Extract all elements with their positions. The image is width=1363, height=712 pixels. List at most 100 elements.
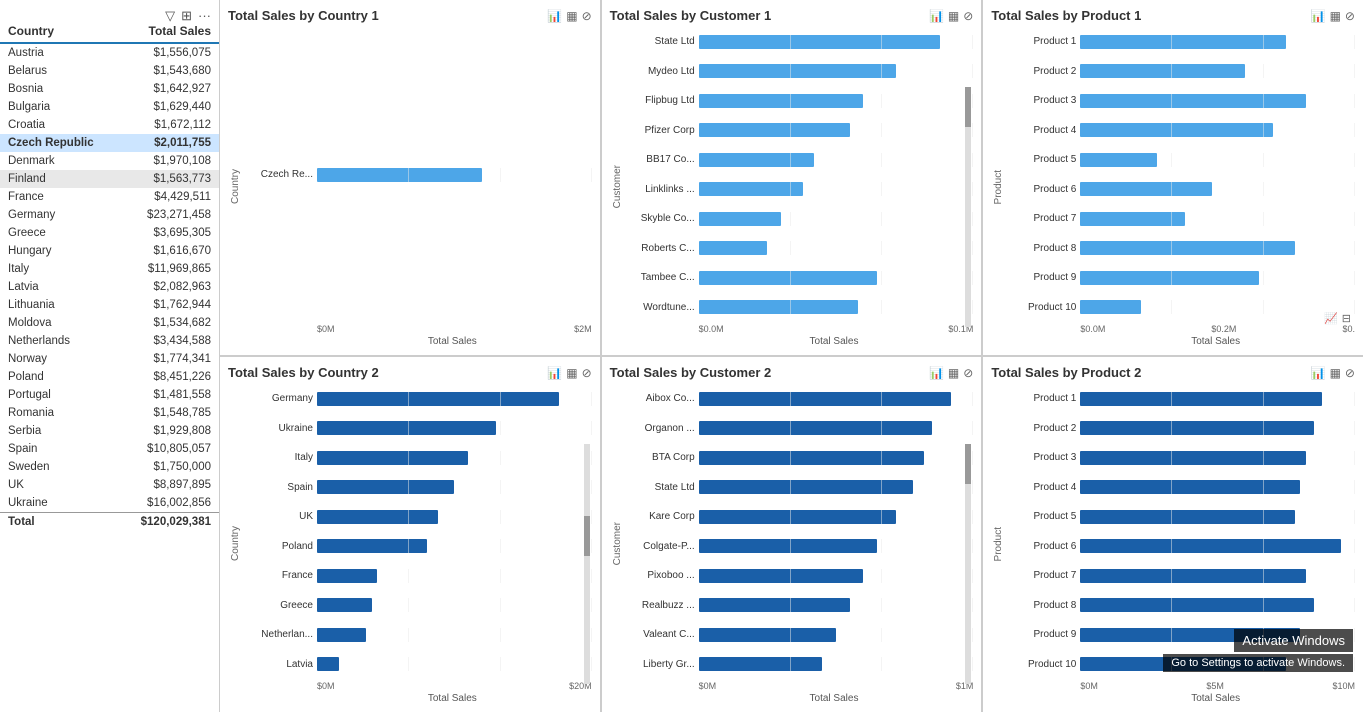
bar-fill: [699, 539, 878, 553]
table-row[interactable]: Lithuania$1,762,944: [0, 296, 219, 314]
chart-bottom-icon2[interactable]: ⊟: [1342, 314, 1351, 325]
expand-icon[interactable]: ⊞: [181, 8, 192, 24]
sales-cell: $1,970,108: [118, 152, 219, 170]
panel-toolbar: ▽ ⊞ ···: [165, 8, 211, 24]
bar-track: [699, 123, 974, 137]
table-row[interactable]: UK$8,897,895: [0, 476, 219, 494]
country-cell: Norway: [0, 350, 118, 368]
sales-cell: $1,750,000: [118, 458, 219, 476]
chart-icon-block5[interactable]: ⊘: [963, 367, 973, 379]
country-cell: Netherlands: [0, 332, 118, 350]
bar-fill: [699, 628, 836, 642]
scrollbar-customer-2[interactable]: [965, 444, 971, 684]
bar-fill: [317, 480, 454, 494]
table-row[interactable]: Total$120,029,381: [0, 513, 219, 532]
bar-label: Product 5: [1006, 154, 1076, 165]
bar-fill: [699, 510, 897, 524]
chart-icon-table2[interactable]: ▦: [948, 10, 959, 22]
table-row[interactable]: Netherlands$3,434,588: [0, 332, 219, 350]
chart-icon-block[interactable]: ⊘: [582, 10, 592, 22]
scrollbar-country-2[interactable]: [584, 444, 590, 684]
country-cell: France: [0, 188, 118, 206]
table-row[interactable]: Portugal$1,481,558: [0, 386, 219, 404]
chart-icon-bar[interactable]: 📊: [547, 10, 562, 22]
bar-row: Netherlan...: [243, 626, 592, 644]
table-row[interactable]: Poland$8,451,226: [0, 368, 219, 386]
bar-track: [699, 480, 974, 494]
bar-track: [699, 94, 974, 108]
chart-icon-block3[interactable]: ⊘: [1345, 10, 1355, 22]
table-row[interactable]: Austria$1,556,075: [0, 43, 219, 62]
scrollbar-customer-1[interactable]: [965, 87, 971, 327]
chart-icon-bar3[interactable]: 📊: [1311, 10, 1326, 22]
chart-icon-table4[interactable]: ▦: [566, 367, 577, 379]
sales-cell: $1,481,558: [118, 386, 219, 404]
chart-icon-bar2[interactable]: 📊: [929, 10, 944, 22]
country-cell: Finland: [0, 170, 118, 188]
bar-row: Product 2: [1006, 419, 1355, 437]
chart-body-country-2: Country GermanyUkraineItalySpainUKPoland…: [228, 384, 592, 704]
table-row[interactable]: Denmark$1,970,108: [0, 152, 219, 170]
sales-cell: $1,616,670: [118, 242, 219, 260]
bar-track: [1080, 182, 1355, 196]
chart-icon-bar6[interactable]: 📊: [1311, 367, 1326, 379]
table-row[interactable]: Bulgaria$1,629,440: [0, 98, 219, 116]
table-row[interactable]: Romania$1,548,785: [0, 404, 219, 422]
table-row[interactable]: Bosnia$1,642,927: [0, 80, 219, 98]
chart-icon-bar4[interactable]: 📊: [547, 367, 562, 379]
table-row[interactable]: Serbia$1,929,808: [0, 422, 219, 440]
chart-icon-bar5[interactable]: 📊: [929, 367, 944, 379]
table-row[interactable]: Spain$10,805,057: [0, 440, 219, 458]
chart-icon-table3[interactable]: ▦: [1330, 10, 1341, 22]
chart-icons-3: 📊 ▦ ⊘: [1311, 10, 1355, 22]
tick: $2M: [574, 324, 592, 334]
bar-track: [1080, 510, 1355, 524]
table-row[interactable]: Italy$11,969,865: [0, 260, 219, 278]
bar-track: [699, 35, 974, 49]
table-row[interactable]: Ukraine$16,002,856: [0, 494, 219, 513]
bar-row: UK: [243, 508, 592, 526]
table-row[interactable]: Norway$1,774,341: [0, 350, 219, 368]
table-row[interactable]: Germany$23,271,458: [0, 206, 219, 224]
bar-track: [699, 657, 974, 671]
bar-track: [699, 300, 974, 314]
bar-fill: [1080, 271, 1259, 285]
tick: $0.2M: [1211, 324, 1236, 334]
table-row[interactable]: Belarus$1,543,680: [0, 62, 219, 80]
chart-icon-block2[interactable]: ⊘: [963, 10, 973, 22]
table-container: Country Total Sales Austria$1,556,075Bel…: [0, 0, 219, 712]
y-label-product-1: Product: [991, 168, 1006, 206]
sales-cell: $8,451,226: [118, 368, 219, 386]
table-row[interactable]: France$4,429,511: [0, 188, 219, 206]
table-row[interactable]: Moldova$1,534,682: [0, 314, 219, 332]
country-cell: Moldova: [0, 314, 118, 332]
bar-track: [317, 421, 592, 435]
table-row[interactable]: Sweden$1,750,000: [0, 458, 219, 476]
filter-icon[interactable]: ▽: [165, 8, 175, 24]
table-row[interactable]: Latvia$2,082,963: [0, 278, 219, 296]
bar-label: Greece: [243, 600, 313, 611]
bar-label: Czech Re...: [243, 169, 313, 180]
bar-fill: [1080, 392, 1322, 406]
chart-icon-block6[interactable]: ⊘: [1345, 367, 1355, 379]
chart-icon-table6[interactable]: ▦: [1330, 367, 1341, 379]
chart-icon-block4[interactable]: ⊘: [582, 367, 592, 379]
bar-track: [317, 569, 592, 583]
bar-label: Organon ...: [625, 423, 695, 434]
table-row[interactable]: Czech Republic$2,011,755: [0, 134, 219, 152]
more-icon[interactable]: ···: [198, 8, 211, 24]
chart-bottom-icon[interactable]: 📈: [1324, 314, 1338, 325]
table-row[interactable]: Finland$1,563,773: [0, 170, 219, 188]
y-label-customer-2: Customer: [610, 520, 625, 567]
sales-cell: $1,563,773: [118, 170, 219, 188]
chart-icon-table5[interactable]: ▦: [948, 367, 959, 379]
bar-row: Product 7: [1006, 567, 1355, 585]
chart-icon-table[interactable]: ▦: [566, 10, 577, 22]
table-row[interactable]: Greece$3,695,305: [0, 224, 219, 242]
sales-cell: $1,543,680: [118, 62, 219, 80]
table-row[interactable]: Hungary$1,616,670: [0, 242, 219, 260]
bar-track: [699, 569, 974, 583]
table-row[interactable]: Croatia$1,672,112: [0, 116, 219, 134]
bar-row: Product 1: [1006, 390, 1355, 408]
bar-label: Product 9: [1006, 272, 1076, 283]
